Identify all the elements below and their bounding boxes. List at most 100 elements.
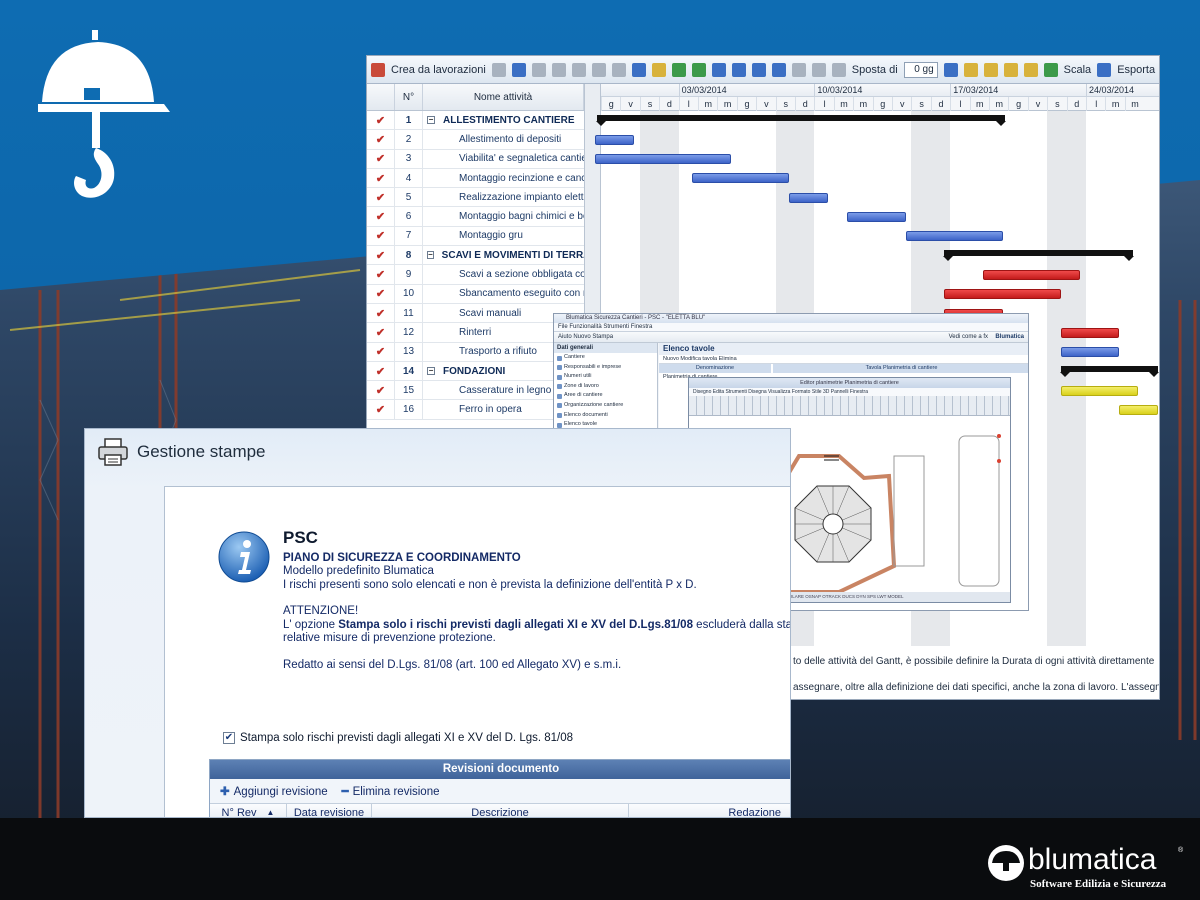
arrow-up-icon[interactable] bbox=[711, 62, 726, 77]
activity-row[interactable]: ✔ 10 Sbancamento eseguito con me bbox=[367, 284, 584, 304]
table-icon[interactable] bbox=[551, 62, 566, 77]
sicurezza-nav-item[interactable]: Numeri utili bbox=[554, 372, 657, 382]
task-bar[interactable] bbox=[847, 212, 906, 222]
sicurezza-toolbar-items[interactable]: Aiuto Nuovo Stampa bbox=[558, 334, 613, 340]
summary-bar[interactable] bbox=[943, 250, 1134, 262]
cad-toolbar[interactable] bbox=[689, 396, 1010, 416]
activity-row[interactable]: ✔ 5 Realizzazione impianto elettric bbox=[367, 188, 584, 208]
activity-check-icon[interactable]: ✔ bbox=[367, 226, 395, 246]
activity-row[interactable]: ✔ 9 Scavi a sezione obbligata con bbox=[367, 265, 584, 285]
arrow-left-icon[interactable] bbox=[671, 62, 686, 77]
copy-icon[interactable] bbox=[631, 62, 646, 77]
activity-row[interactable]: ✔ 13 Trasporto a rifiuto bbox=[367, 342, 584, 362]
summary-bar[interactable] bbox=[1059, 365, 1159, 377]
task-bar[interactable] bbox=[1060, 327, 1119, 338]
rev-description-column[interactable]: Descrizione bbox=[372, 804, 629, 817]
sicurezza-nav-item[interactable]: Aree di cantiere bbox=[554, 391, 657, 401]
plus-icon[interactable] bbox=[751, 62, 766, 77]
activity-check-icon[interactable]: ✔ bbox=[367, 149, 395, 168]
sicurezza-nav-item[interactable]: Zone di lavoro bbox=[554, 382, 657, 392]
activity-name[interactable]: Montaggio bagni chimici e box bbox=[423, 207, 584, 225]
sicurezza-nav-item[interactable]: Cantiere bbox=[554, 353, 657, 363]
activity-name[interactable]: Montaggio gru bbox=[423, 227, 584, 245]
sicurezza-main-toolbar[interactable]: Nuovo Modifica tavola Elimina bbox=[659, 355, 1028, 364]
activity-check-icon[interactable]: ✔ bbox=[367, 130, 395, 149]
activity-check-icon[interactable]: ✔ bbox=[367, 303, 395, 323]
activity-name[interactable]: Viabilita' e segnaletica cantiere bbox=[423, 150, 584, 168]
collapse-icon[interactable]: − bbox=[427, 116, 435, 125]
activity-row[interactable]: ✔ 14− FONDAZIONI bbox=[367, 361, 584, 382]
arrow-down-icon[interactable] bbox=[731, 62, 746, 77]
activity-row[interactable]: ✔ 8− SCAVI E MOVIMENTI DI TERRA bbox=[367, 246, 584, 266]
search-icon[interactable] bbox=[983, 62, 998, 77]
rev-number-column[interactable]: N° Rev ▲ bbox=[210, 804, 287, 817]
create-from-works-button[interactable]: Crea da lavorazioni bbox=[391, 64, 486, 76]
task-bar[interactable] bbox=[1118, 405, 1158, 415]
new-document-icon[interactable] bbox=[571, 62, 586, 77]
task-bar[interactable] bbox=[944, 289, 1061, 300]
activity-check-icon[interactable]: ✔ bbox=[367, 361, 395, 381]
activity-row[interactable]: ✔ 2 Allestimento di depositi bbox=[367, 130, 584, 150]
activity-check-icon[interactable]: ✔ bbox=[367, 188, 395, 207]
sicurezza-nav-item[interactable]: Organizzazione cantiere bbox=[554, 401, 657, 411]
sicurezza-nav-item[interactable]: Elenco documenti bbox=[554, 411, 657, 421]
print-only-risks-option[interactable]: ✔ Stampa solo rischi previsti dagli alle… bbox=[223, 732, 573, 744]
activity-check-icon[interactable]: ✔ bbox=[367, 284, 395, 303]
sicurezza-menu[interactable]: File Funzionalità Strumenti Finestra bbox=[554, 323, 1028, 332]
zoom-in-icon[interactable] bbox=[1003, 62, 1018, 77]
activity-check-icon[interactable]: ✔ bbox=[367, 207, 395, 226]
scale-button[interactable]: Scala bbox=[1064, 64, 1092, 76]
activity-check-icon[interactable]: ✔ bbox=[367, 111, 395, 130]
task-bar[interactable] bbox=[595, 134, 634, 145]
zoom-out-icon[interactable] bbox=[1023, 62, 1038, 77]
task-bar[interactable] bbox=[595, 154, 731, 165]
activity-row[interactable]: ✔ 7 Montaggio gru bbox=[367, 226, 584, 247]
activity-check-icon[interactable]: ✔ bbox=[367, 400, 395, 419]
cad-menu[interactable]: Disegno Edita Strumenti Disegna Visualiz… bbox=[689, 388, 1010, 396]
view-icon[interactable] bbox=[491, 62, 506, 77]
activity-name[interactable]: Allestimento di depositi bbox=[423, 130, 584, 148]
activity-row[interactable]: ✔ 3 Viabilita' e segnaletica cantiere bbox=[367, 149, 584, 169]
apply-shift-icon[interactable] bbox=[943, 62, 958, 77]
collapse-icon[interactable]: − bbox=[427, 367, 435, 375]
add-revision-button[interactable]: ✚ Aggiungi revisione bbox=[220, 784, 328, 798]
task-bar[interactable] bbox=[1060, 347, 1119, 358]
activity-check-icon[interactable]: ✔ bbox=[367, 381, 395, 400]
unlink-icon[interactable] bbox=[811, 62, 826, 77]
activity-row[interactable]: ✔ 16 Ferro in opera bbox=[367, 400, 584, 420]
shift-input[interactable]: 0 gg bbox=[903, 61, 938, 78]
delete-revision-button[interactable]: ━ Elimina revisione bbox=[342, 784, 440, 798]
activity-row[interactable]: ✔ 12 Rinterri bbox=[367, 323, 584, 343]
activity-check-icon[interactable]: ✔ bbox=[367, 168, 395, 188]
activity-name[interactable]: Sbancamento eseguito con me bbox=[423, 285, 584, 303]
task-bar[interactable] bbox=[983, 269, 1081, 280]
activity-check-icon[interactable]: ✔ bbox=[367, 246, 395, 265]
cut-icon[interactable] bbox=[611, 62, 626, 77]
sicurezza-right-tool[interactable]: Vedi come a fx bbox=[949, 332, 988, 343]
activity-row[interactable]: ✔ 1− ALLESTIMENTO CANTIERE bbox=[367, 111, 584, 131]
minus-icon[interactable] bbox=[771, 62, 786, 77]
activity-name[interactable]: Scavi a sezione obbligata con bbox=[423, 265, 584, 283]
rev-author-column[interactable]: Redazione bbox=[629, 804, 790, 818]
activity-check-icon[interactable]: ✔ bbox=[367, 265, 395, 284]
calendar-icon[interactable] bbox=[511, 62, 526, 77]
export-button[interactable]: Esporta bbox=[1117, 64, 1155, 76]
activity-name[interactable]: − SCAVI E MOVIMENTI DI TERRA bbox=[423, 246, 584, 264]
activity-name[interactable]: Montaggio recinzione e cancel bbox=[423, 169, 584, 187]
task-bar[interactable] bbox=[692, 173, 790, 184]
print-only-risks-checkbox[interactable]: ✔ bbox=[223, 732, 235, 744]
summary-bar[interactable] bbox=[596, 115, 1006, 126]
activity-check-icon[interactable]: ✔ bbox=[367, 342, 395, 361]
task-bar[interactable] bbox=[789, 192, 828, 203]
settings-icon[interactable] bbox=[831, 62, 846, 77]
task-bar[interactable] bbox=[905, 231, 1003, 242]
delete-icon[interactable] bbox=[591, 62, 606, 77]
activity-row[interactable]: ✔ 6 Montaggio bagni chimici e box bbox=[367, 207, 584, 227]
activity-row[interactable]: ✔ 4 Montaggio recinzione e cancel bbox=[367, 168, 584, 189]
home-icon[interactable] bbox=[963, 62, 978, 77]
activity-check-icon[interactable]: ✔ bbox=[367, 323, 395, 342]
sicurezza-nav-item[interactable]: Responsabili e imprese bbox=[554, 363, 657, 373]
rev-date-column[interactable]: Data revisione bbox=[287, 804, 372, 817]
activity-name[interactable]: − ALLESTIMENTO CANTIERE bbox=[423, 111, 584, 129]
image-icon[interactable] bbox=[531, 62, 546, 77]
